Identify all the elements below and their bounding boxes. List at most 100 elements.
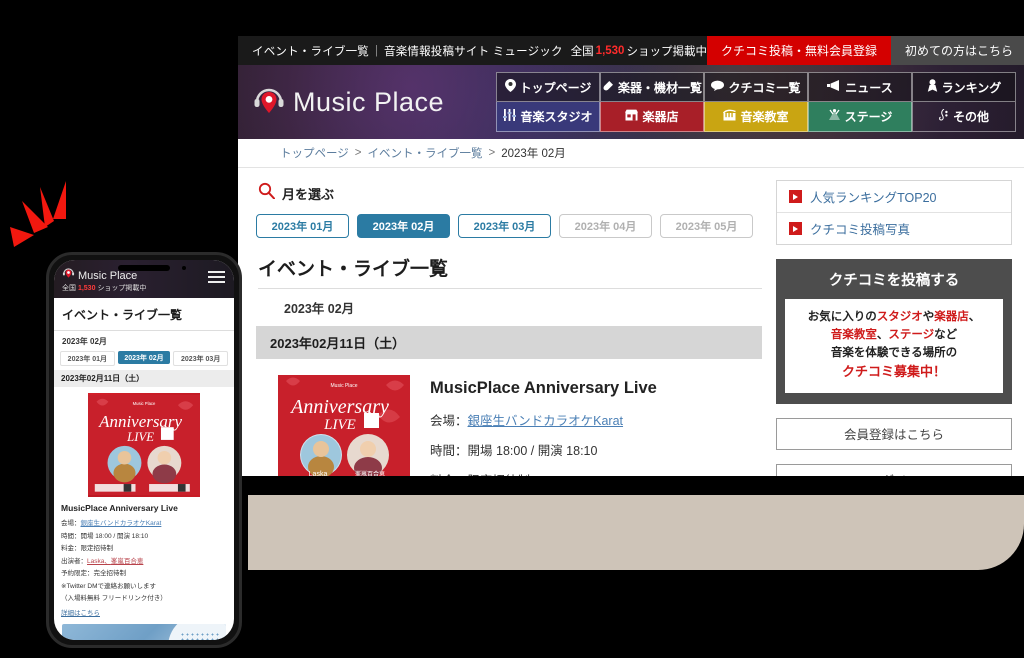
nav-item-label: 音楽教室	[740, 110, 789, 124]
nav-item-stage[interactable]: ステージ	[808, 102, 912, 132]
utility-bar: イベント・ライブ一覧 | 音楽情報投稿サイト ミュージック 全国 1,530 シ…	[238, 36, 1024, 65]
banner-dot-pattern	[180, 631, 220, 640]
treble-clef-icon	[939, 108, 949, 125]
promo-accent-stage: ステージ	[888, 328, 935, 341]
banner-text: クチコミを	[65, 635, 153, 641]
site-header-hero: Music Place トップページ 楽器・機材一覧 クチコミ一覧 ニュース ラ…	[238, 65, 1024, 139]
month-picker: 月を選ぶ	[258, 182, 762, 204]
month-picker-label: 月を選ぶ	[282, 186, 335, 202]
sidebar-link-ranking[interactable]: 人気ランキングTOP20	[777, 181, 1011, 213]
nav-item-reviews[interactable]: クチコミ一覧	[704, 72, 808, 102]
month-button-group: 2023年 01月 2023年 02月 2023年 03月 2023年 04月 …	[256, 214, 762, 238]
play-square-icon	[789, 222, 802, 235]
breadcrumb-item-top[interactable]: トップページ	[280, 145, 349, 161]
event-venue-row: 会場：銀座生バンドカラオケKarat	[430, 410, 657, 429]
sidebar-register-button[interactable]: 会員登録はこちら	[776, 417, 1012, 450]
promo-accent-shop: 楽器店	[934, 311, 969, 323]
mobile-event-poster[interactable]: Music Place Anniversary LIVE	[88, 393, 200, 497]
month-button-2023-02[interactable]: 2023年 02月	[357, 214, 450, 238]
mobile-detail-link[interactable]: 詳細はこちら	[54, 605, 234, 617]
mobile-device-mockup: Music Place 全国 1,530 ショップ掲載中 イベント・ライブ一覧 …	[46, 252, 242, 648]
promo-body: お気に入りのスタジオや楽器店、 音楽教室、ステージなど 音楽を体験できる場所の …	[785, 299, 1003, 393]
map-pin-headphones-icon	[252, 85, 286, 119]
shops-count: 1,530	[595, 44, 625, 57]
event-poster-image[interactable]: Music Place Anniversary LIVE Laska 峯嵐百合恵	[278, 375, 410, 476]
mobile-venue-link[interactable]: 銀座生バンドカラオケKarat	[81, 520, 162, 527]
month-button-2023-01[interactable]: 2023年 01月	[256, 214, 349, 238]
sidebar-login-button[interactable]: ログイン	[776, 463, 1012, 476]
hamburger-icon[interactable]	[208, 271, 225, 286]
promo-heading: クチコミを投稿する	[828, 273, 960, 289]
event-title: MusicPlace Anniversary Live	[430, 379, 657, 397]
site-logo[interactable]: Music Place	[238, 85, 496, 119]
nav-item-other[interactable]: その他	[912, 102, 1016, 132]
nav-item-label: その他	[952, 110, 989, 124]
nav-item-label: ランキング	[941, 80, 1002, 95]
event-venue-label: 会場：	[430, 414, 468, 428]
mobile-day-heading: 2023年02月11日（土）	[54, 370, 234, 387]
sidebar-link-box: 人気ランキングTOP20 クチコミ投稿写真	[776, 180, 1012, 245]
sidebar: 人気ランキングTOP20 クチコミ投稿写真 クチコミを投稿する お気に入りのスタ…	[776, 168, 1012, 476]
mobile-time-row: 時間：開場 18:00 / 開演 18:10	[54, 530, 234, 543]
mobile-fee-label: 料金：	[61, 545, 81, 552]
desktop-browser-window: イベント・ライブ一覧 | 音楽情報投稿サイト ミュージック 全国 1,530 シ…	[238, 36, 1024, 476]
nav-item-shop[interactable]: 楽器店	[600, 102, 704, 132]
nav-item-ranking[interactable]: ランキング	[912, 72, 1016, 102]
utility-divider: |	[375, 44, 378, 57]
piano-icon	[723, 109, 737, 124]
nav-item-news[interactable]: ニュース	[808, 72, 912, 102]
nav-item-label: ステージ	[844, 110, 893, 124]
sidebar-link-review-photos[interactable]: クチコミ投稿写真	[777, 213, 1011, 244]
device-camera-dot	[182, 266, 186, 270]
utility-site-label: イベント・ライブ一覧	[252, 45, 369, 58]
mobile-month-button-2023-02[interactable]: 2023年 02月	[117, 351, 171, 364]
nav-item-school[interactable]: 音楽教室	[704, 102, 808, 132]
mobile-performer-1[interactable]: Laska、	[87, 558, 111, 565]
event-venue-link[interactable]: 銀座生バンドカラオケKarat	[468, 414, 624, 428]
post-review-button[interactable]: クチコミ投稿・無料会員登録	[706, 36, 891, 65]
site-logo-text: Music Place	[293, 86, 445, 117]
promo-panel[interactable]: クチコミを投稿する お気に入りのスタジオや楽器店、 音楽教室、ステージなど 音楽…	[776, 259, 1012, 404]
nav-item-studio[interactable]: 音楽スタジオ	[496, 102, 600, 132]
sidebar-link-label: 人気ランキングTOP20	[810, 191, 937, 205]
mobile-performer-2[interactable]: 峯嵐百合恵	[111, 558, 144, 565]
mobile-logo-text: Music Place	[78, 270, 138, 282]
play-square-icon	[789, 190, 802, 203]
nav-row-secondary: 音楽スタジオ 楽器店 音楽教室 ステージ その他	[496, 102, 1016, 132]
month-subheading: 2023年 02月	[284, 302, 355, 316]
promo-line-3: 音楽を体験できる場所の	[830, 346, 958, 359]
map-pin-icon	[504, 79, 516, 95]
svg-text:Music Place: Music Place	[133, 401, 156, 406]
event-item: Music Place Anniversary LIVE Laska 峯嵐百合恵…	[256, 359, 762, 476]
mobile-review-banner[interactable]: クチコミを	[62, 623, 226, 641]
promo-accent-school: 音楽教室	[830, 328, 877, 341]
breadcrumb-item-events[interactable]: イベント・ライブ一覧	[368, 145, 483, 161]
breadcrumb: トップページ > イベント・ライブ一覧 > 2023年 02月	[238, 139, 1024, 168]
mobile-header: Music Place 全国 1,530 ショップ掲載中	[54, 260, 234, 298]
svg-text:Music Place: Music Place	[331, 383, 358, 389]
first-time-button[interactable]: 初めての方はこちら	[890, 36, 1024, 65]
mobile-month-button-2023-03[interactable]: 2023年 03月	[173, 351, 229, 366]
nav-item-top-page[interactable]: トップページ	[496, 72, 600, 102]
month-button-2023-03[interactable]: 2023年 03月	[458, 214, 551, 238]
breadcrumb-separator: >	[488, 147, 496, 159]
mobile-month-buttons: 2023年 01月 2023年 02月 2023年 03月	[54, 351, 234, 370]
utility-bar-left: イベント・ライブ一覧 | 音楽情報投稿サイト ミュージック 全国 1,530 シ…	[238, 36, 707, 65]
page-background: イベント・ライブ一覧 | 音楽情報投稿サイト ミュージック 全国 1,530 シ…	[0, 0, 1024, 658]
nav-item-label: クチコミ一覧	[728, 80, 801, 95]
breadcrumb-separator: >	[354, 147, 362, 159]
page-title: イベント・ライブ一覧	[258, 254, 762, 289]
mobile-month-button-2023-01[interactable]: 2023年 01月	[60, 351, 115, 366]
svg-text:LIVE: LIVE	[323, 417, 356, 433]
medal-icon	[927, 79, 938, 95]
nav-item-instruments[interactable]: 楽器・機材一覧	[600, 72, 704, 102]
nav-item-label: 楽器店	[642, 110, 679, 124]
storefront-icon	[625, 109, 639, 124]
promo-text: 、	[876, 328, 889, 341]
mobile-performers-label: 出演者：	[61, 557, 87, 565]
breadcrumb-item-current: 2023年 02月	[501, 148, 566, 160]
megaphone-icon	[827, 80, 841, 94]
event-fee-value: 限定招待制	[468, 474, 531, 476]
nav-item-label: トップページ	[519, 80, 592, 95]
month-button-2023-05: 2023年 05月	[660, 214, 753, 238]
